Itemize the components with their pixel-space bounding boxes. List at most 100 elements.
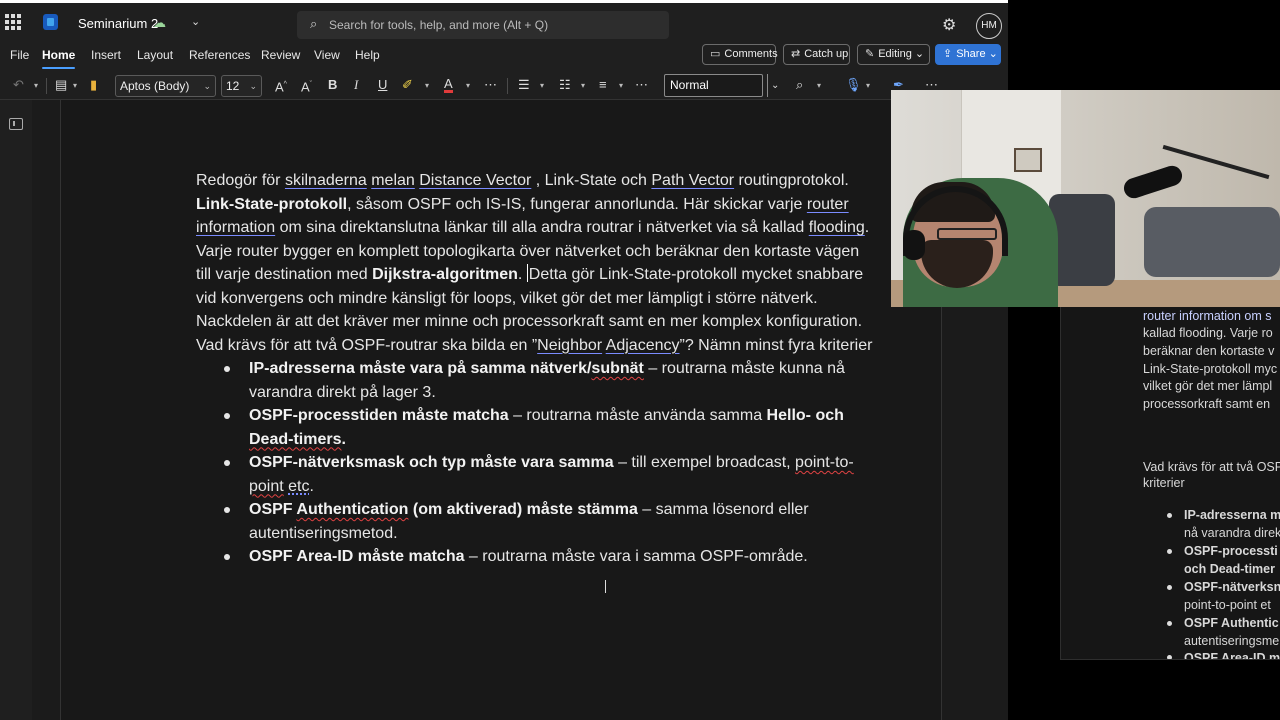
highlight-icon[interactable]: ✐ <box>402 77 413 93</box>
webcam-armchair <box>1049 194 1115 286</box>
text-run: OSPF <box>249 501 297 518</box>
text-run: melan <box>371 172 415 189</box>
find-icon[interactable]: ⌕ <box>796 77 803 93</box>
text-run: OSPF Area-ID måste matcha <box>249 548 465 565</box>
align-dropdown[interactable]: ▾ <box>619 81 623 90</box>
tab-file[interactable]: File <box>10 48 29 62</box>
document-title[interactable]: Seminarium 2 <box>78 16 158 31</box>
format-painter-icon[interactable]: ▮ <box>90 77 97 93</box>
tab-layout[interactable]: Layout <box>137 48 173 62</box>
more-icon[interactable]: ⋯ <box>635 77 648 93</box>
title-bar: Seminarium 2 ☁ ⌄ ⌕ ⚙ HM <box>0 0 1008 46</box>
tab-insert[interactable]: Insert <box>91 48 121 62</box>
more-icon[interactable]: ⋯ <box>484 77 497 93</box>
editing-mode-button[interactable]: ✎ Editing ⌄ <box>857 44 930 65</box>
bullets-icon[interactable]: ☰ <box>518 77 530 93</box>
align-icon[interactable]: ≡ <box>599 77 607 93</box>
divider <box>46 78 47 94</box>
text-run: Path Vector <box>651 172 735 189</box>
paste-icon[interactable]: ▤ <box>55 77 67 93</box>
font-size-value: 12 <box>226 79 240 93</box>
highlight-dropdown[interactable]: ▾ <box>425 81 429 90</box>
shadow-line: router information om s <box>1143 309 1272 323</box>
catch-up-button[interactable]: ⇄ Catch up <box>783 44 850 65</box>
avatar[interactable]: HM <box>976 13 1002 39</box>
text-run: Vad krävs för att två OSPF-routrar ska b… <box>196 336 538 354</box>
tab-view[interactable]: View <box>314 48 340 62</box>
text-run: Neighbor <box>537 336 603 354</box>
underline-icon[interactable]: U <box>378 77 387 93</box>
text-caret <box>526 264 528 282</box>
chevron-down-icon[interactable]: ⌄ <box>191 15 200 28</box>
text-run: etc <box>288 477 310 495</box>
shadow-bullet <box>1167 549 1172 554</box>
gear-icon[interactable]: ⚙ <box>942 15 956 35</box>
webcam-overlay <box>891 90 1280 307</box>
text-run: OSPF-processtiden måste matcha <box>249 407 509 424</box>
document-page[interactable]: Redogör för skilnaderna melan Distance V… <box>60 100 942 720</box>
share-icon: ⇪ <box>943 48 953 60</box>
shadow-line: Link-State-protokoll myc <box>1143 362 1278 376</box>
find-dropdown[interactable]: ▾ <box>817 81 821 90</box>
question-2: Vad krävs för att två OSPF-routrar ska b… <box>196 334 876 358</box>
shadow-line: OSPF Authentic <box>1184 616 1279 630</box>
style-dropdown[interactable]: ⌄ <box>767 74 781 97</box>
list-item: OSPF Authentication (om aktiverad) måste… <box>196 498 876 545</box>
text-run: . <box>517 266 527 283</box>
font-color-icon[interactable]: A <box>444 77 453 93</box>
search-box[interactable]: ⌕ <box>297 11 669 39</box>
shadow-bullet <box>1167 513 1172 518</box>
text-run: routingprotokol. <box>734 172 849 189</box>
paste-dropdown[interactable]: ▾ <box>73 81 77 90</box>
italic-icon[interactable]: I <box>354 77 358 93</box>
grow-font-icon[interactable]: A^ <box>275 77 287 95</box>
criteria-list: IP-adresserna måste vara på samma nätver… <box>196 357 876 569</box>
font-size-select[interactable]: 12 ⌄ <box>221 75 262 97</box>
undo-dropdown[interactable]: ▾ <box>34 81 38 90</box>
tab-home[interactable]: Home <box>42 48 76 69</box>
numbering-dropdown[interactable]: ▾ <box>581 81 585 90</box>
search-input[interactable] <box>329 15 649 35</box>
tab-help[interactable]: Help <box>355 48 380 62</box>
style-select[interactable]: Normal <box>664 74 763 97</box>
undo-icon[interactable]: ↶ <box>13 77 24 93</box>
divider <box>507 78 508 94</box>
shadow-line: point-to-point et <box>1184 598 1271 612</box>
answer-paragraph: Link-State-protokoll, såsom OSPF och IS-… <box>196 193 876 334</box>
text-run: Authentication <box>296 501 409 518</box>
text-run: . <box>341 430 346 448</box>
shadow-line: vilket gör det mer lämpl <box>1143 379 1273 393</box>
catch-up-icon: ⇄ <box>791 48 801 60</box>
tab-references[interactable]: References <box>189 48 250 62</box>
secondary-document-view: router information om s kallad flooding.… <box>1060 307 1280 660</box>
catch-up-label: Catch up <box>804 48 849 60</box>
waffle-icon[interactable] <box>5 14 21 30</box>
text-run: subnät <box>591 360 644 377</box>
share-button[interactable]: ⇪ Share ⌄ <box>935 44 1001 65</box>
bold-icon[interactable]: B <box>328 77 337 93</box>
cloud-sync-icon: ☁ <box>153 15 166 30</box>
share-label: Share <box>956 48 986 60</box>
list-item: OSPF Area-ID måste matcha – routrarna må… <box>196 545 876 569</box>
text-run: om sina direktanslutna länkar till alla … <box>275 219 809 236</box>
shadow-bullet <box>1167 655 1172 659</box>
shadow-line: beräknar den kortaste v <box>1143 344 1275 358</box>
text-run: OSPF-nätverksmask och typ måste vara sam… <box>249 454 614 471</box>
shadow-bullet <box>1167 621 1172 626</box>
bullets-dropdown[interactable]: ▾ <box>540 81 544 90</box>
text-run: , Link-State och <box>531 172 652 189</box>
font-name-select[interactable]: Aptos (Body) ⌄ <box>115 75 216 97</box>
dictate-icon[interactable]: 🎙 <box>845 77 862 93</box>
document-body[interactable]: Redogör för skilnaderna melan Distance V… <box>196 169 876 569</box>
shadow-line: autentiseringsme <box>1184 634 1280 648</box>
dictate-dropdown[interactable]: ▾ <box>866 81 870 90</box>
webcam-sofa <box>1144 207 1280 277</box>
navigation-pane-icon[interactable] <box>9 118 23 130</box>
shrink-font-icon[interactable]: Aˇ <box>301 77 312 95</box>
tab-review[interactable]: Review <box>261 48 300 62</box>
comments-button[interactable]: ▭ Comments <box>702 44 778 65</box>
numbering-icon[interactable]: ☷ <box>559 77 571 93</box>
shadow-line: OSPF-processti <box>1184 544 1278 558</box>
font-color-dropdown[interactable]: ▾ <box>466 81 470 90</box>
ribbon-toolbar: ↶ ▾ ▤ ▾ ▮ Aptos (Body) ⌄ 12 ⌄ A^ Aˇ B I U … <box>0 72 1008 100</box>
